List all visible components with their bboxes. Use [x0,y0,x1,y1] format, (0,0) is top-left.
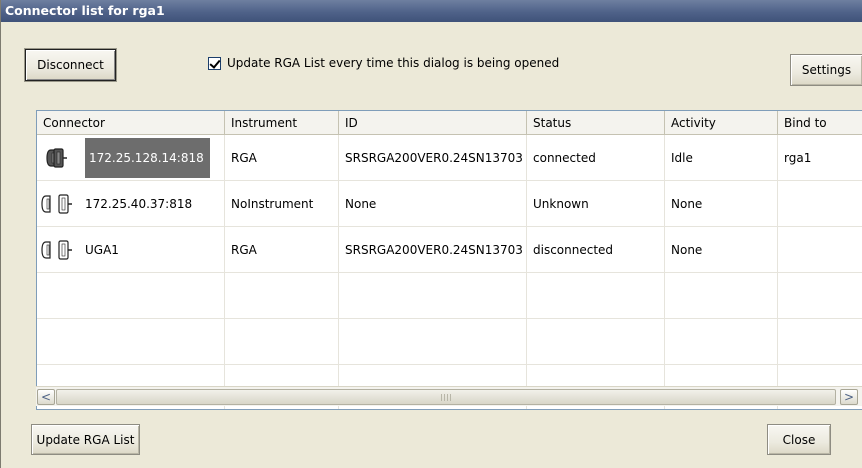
cell-activity-empty [665,273,778,319]
column-header-id[interactable]: ID [339,111,527,135]
cell-status: connected [527,135,665,181]
cell-status: disconnected [527,227,665,273]
cell-id: SRSRGA200VER0.24SN13703 [339,135,527,181]
table-row[interactable]: 172.25.128.14:818 RGA SRSRGA200VER0.24SN13… [37,135,862,181]
window-title: Connector list for rga1 [1,0,862,22]
scroll-right-arrow-icon: > [843,390,855,404]
connector-label: 172.25.128.14:818 [85,138,210,178]
update-on-open-checkbox[interactable] [208,56,221,70]
update-rga-list-button[interactable]: Update RGA List [31,424,140,455]
scroll-left-button[interactable]: < [37,389,55,405]
cell-connector-empty [37,319,225,365]
cell-connector: UGA1 [37,227,225,273]
cell-status: Unknown [527,181,665,227]
cell-activity: None [665,181,778,227]
cell-connector: 172.25.128.14:818 [37,135,225,181]
scroll-left-arrow-icon: < [40,390,52,404]
column-header-status[interactable]: Status [527,111,665,135]
cell-connector: 172.25.40.37:818 [37,181,225,227]
empty-table-row [37,273,862,319]
column-header-instrument[interactable]: Instrument [225,111,339,135]
cell-status-empty [527,319,665,365]
cell-id-empty [339,273,527,319]
update-on-open-option[interactable]: Update RGA List every time this dialog i… [208,56,559,70]
cell-id-empty [339,319,527,365]
cell-connector-empty [37,273,225,319]
cell-id: SRSRGA200VER0.24SN13703 [339,227,527,273]
cell-activity: None [665,227,778,273]
scroll-thumb[interactable] [56,389,836,405]
update-on-open-label: Update RGA List every time this dialog i… [227,56,560,70]
connector-label: 172.25.40.37:818 [85,197,193,211]
cell-bind-to [778,181,862,227]
empty-table-row [37,319,862,365]
cell-activity-empty [665,319,778,365]
cell-bind-to: rga1 [784,151,812,165]
cell-bind-to-empty [778,319,862,365]
table-header: Connector Instrument ID Status Activity … [37,111,862,135]
cell-instrument-empty [225,319,339,365]
connector-table: Connector Instrument ID Status Activity … [36,110,862,410]
cell-instrument: NoInstrument [225,181,339,227]
disconnected-plug-icon [41,240,72,260]
column-header-bind-to[interactable]: Bind to [778,111,862,135]
cell-instrument-empty [225,273,339,319]
column-header-connector[interactable]: Connector [37,111,225,135]
close-button[interactable]: Close [767,424,831,455]
connector-label: UGA1 [85,243,119,257]
cell-instrument: RGA [225,135,339,181]
column-header-activity[interactable]: Activity [665,111,778,135]
settings-button[interactable]: Settings [790,54,862,86]
scroll-right-button[interactable]: > [840,389,858,405]
connected-plug-icon [46,148,67,168]
cell-bind-to [778,227,862,273]
scroll-grip-icon [441,394,453,401]
cell-activity: Idle [665,135,778,181]
cell-status-empty [527,273,665,319]
connector-list-dialog: Connector list for rga1 Disconnect Updat… [0,0,862,468]
table-row[interactable]: 172.25.40.37:818 NoInstrument None Unknown N… [37,181,862,227]
horizontal-scrollbar[interactable]: < > [36,386,862,406]
cell-id: None [339,181,527,227]
cell-instrument: RGA [225,227,339,273]
disconnect-button[interactable]: Disconnect [25,49,116,81]
cell-bind-to-empty [778,273,862,319]
table-row[interactable]: UGA1 RGA SRSRGA200VER0.24SN13703 disconnect… [37,227,862,273]
disconnected-plug-icon [41,194,72,214]
